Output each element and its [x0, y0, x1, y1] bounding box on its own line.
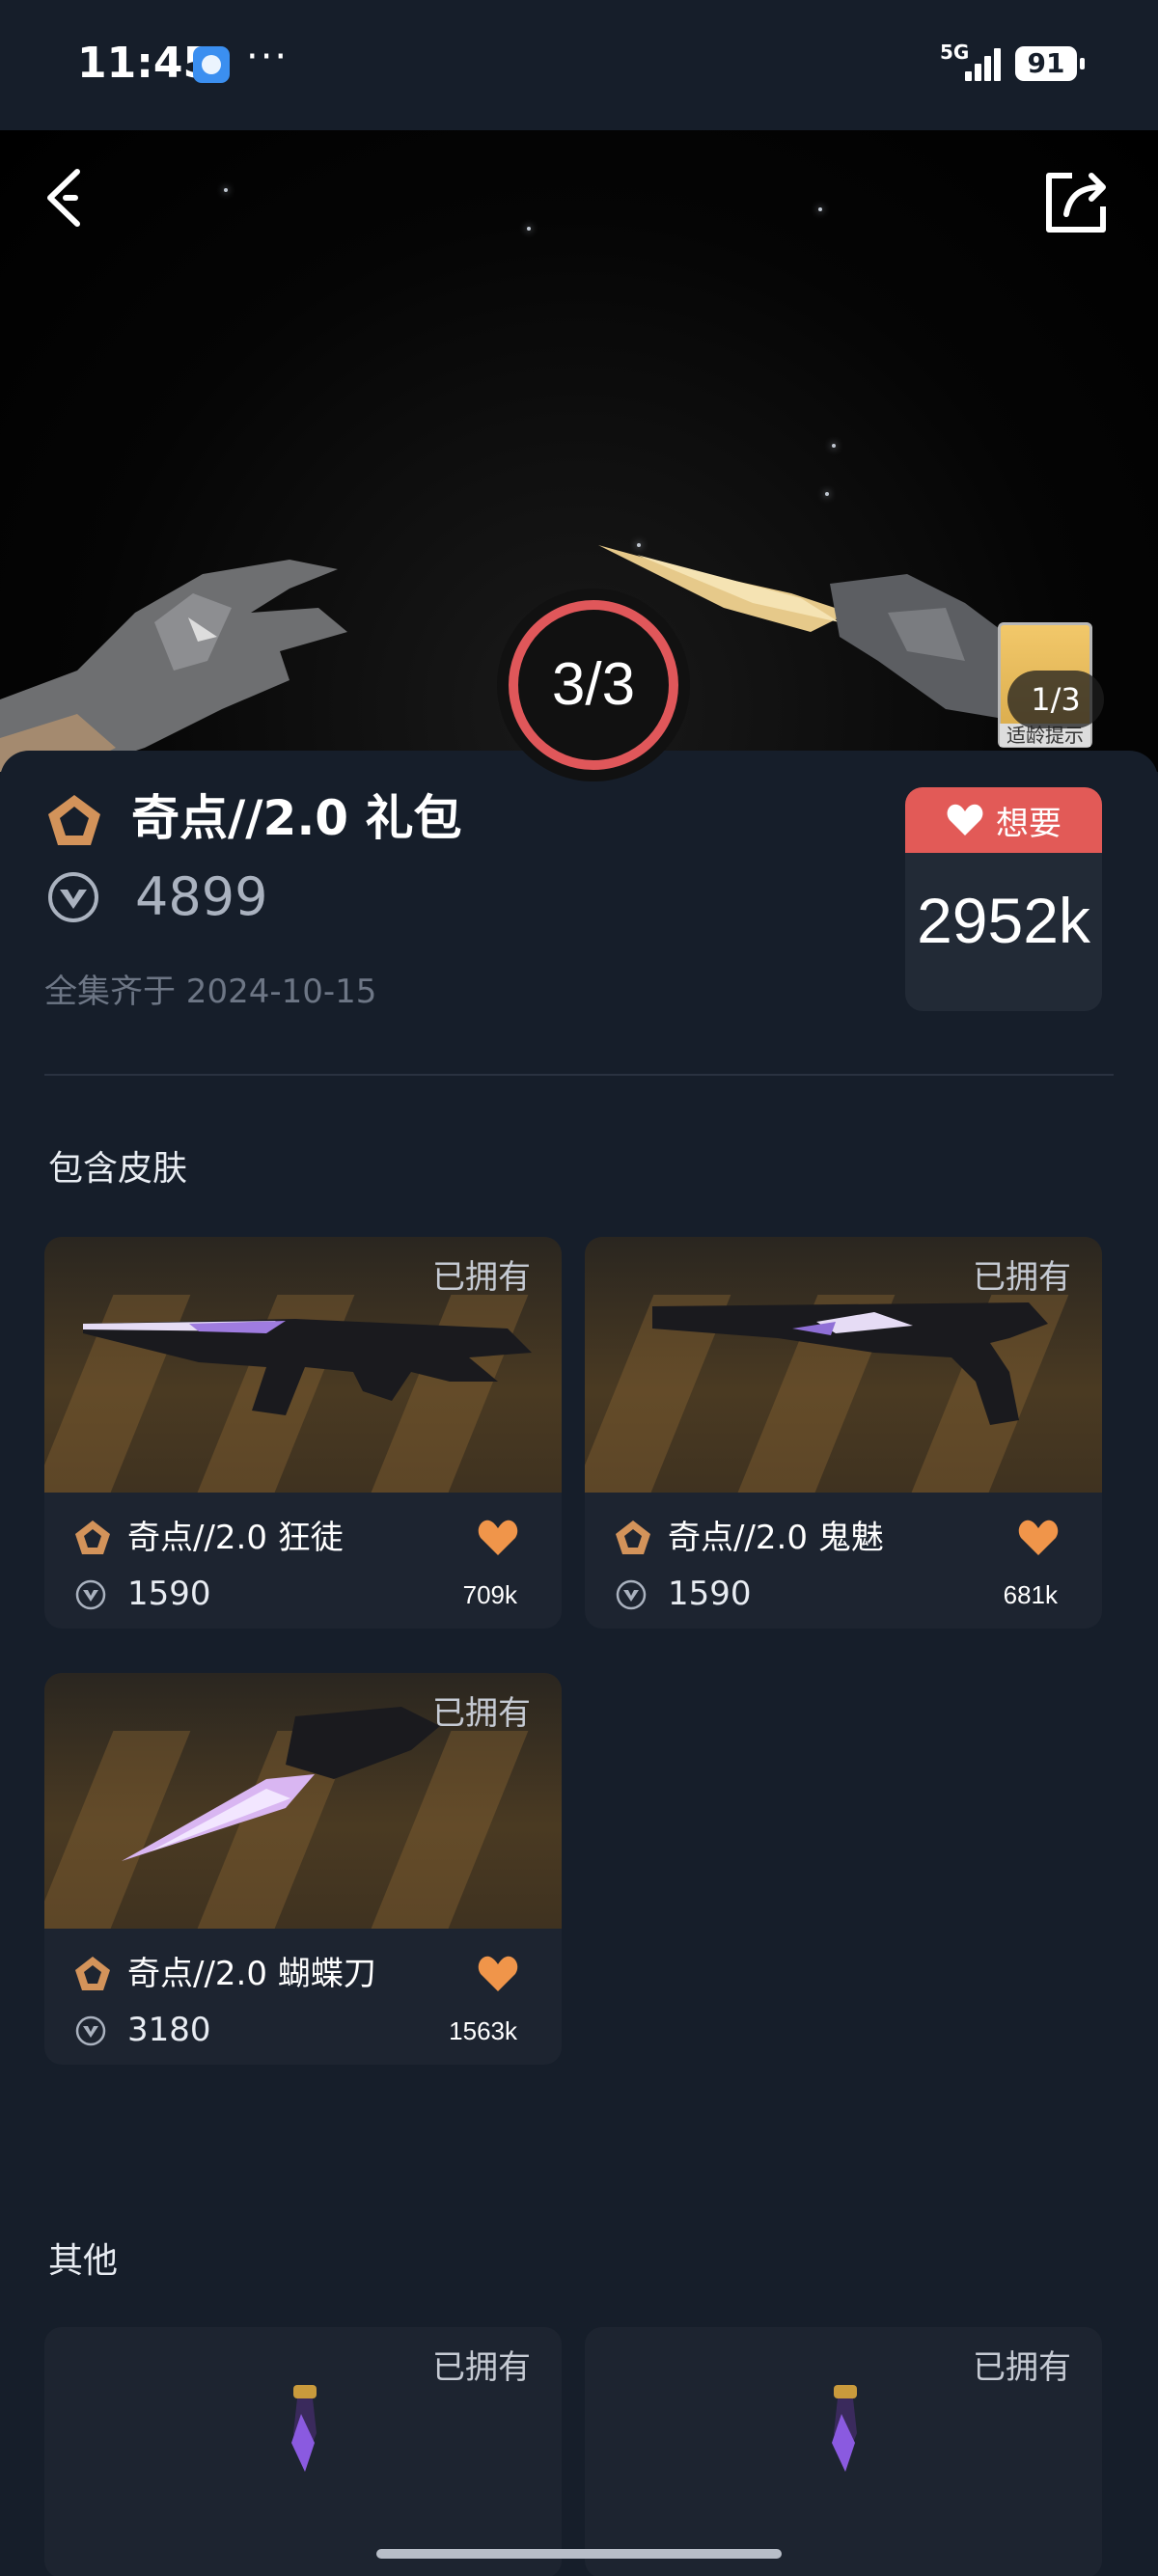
item-image: 已拥有	[585, 2327, 1102, 2576]
wishlist-count: 2952k	[917, 885, 1090, 956]
item-image: 已拥有	[44, 2327, 562, 2576]
media-counter: 1/3	[1007, 671, 1104, 728]
skin-name: 奇点//2.0 蝴蝶刀	[127, 1955, 376, 1993]
back-button[interactable]	[37, 164, 104, 232]
skin-price: 1590	[127, 1575, 211, 1613]
wishlist-label: 想要	[996, 804, 1062, 843]
skin-price: 3180	[127, 2011, 211, 2049]
skin-image: 已拥有	[44, 1673, 562, 1929]
skins-section-title: 包含皮肤	[48, 1149, 188, 1189]
other-item-card[interactable]: 已拥有	[585, 2327, 1102, 2576]
bundle-title: 奇点//2.0 礼包	[131, 790, 462, 846]
owned-label: 已拥有	[973, 2348, 1071, 2387]
browser-app-icon	[193, 46, 230, 83]
valorant-points-icon	[75, 1579, 106, 1610]
like-count: 1563k	[449, 2016, 517, 2045]
bundle-price: 4899	[135, 866, 268, 927]
heart-icon[interactable]	[1017, 1519, 1060, 1557]
heart-icon	[947, 804, 983, 836]
skin-name: 奇点//2.0 狂徒	[127, 1519, 344, 1557]
owned-label: 已拥有	[973, 1258, 1071, 1297]
premium-tier-icon	[75, 1957, 110, 1990]
skin-image: 已拥有	[585, 1237, 1102, 1493]
valorant-points-icon	[75, 2015, 106, 2046]
skin-name: 奇点//2.0 鬼魅	[668, 1519, 884, 1557]
owned-label: 已拥有	[432, 2348, 531, 2387]
valorant-points-icon	[616, 1579, 647, 1610]
more-notifications-icon: ···	[246, 35, 290, 79]
heart-icon[interactable]	[477, 1519, 519, 1557]
home-indicator[interactable]	[376, 2549, 782, 2559]
skin-price: 1590	[668, 1575, 752, 1613]
wishlist-header: 想要	[905, 787, 1102, 853]
signal-icon	[965, 46, 1004, 81]
owned-label: 已拥有	[432, 1258, 531, 1297]
slide-ring-label: 3/3	[551, 651, 636, 718]
status-bar: 11:45 ··· 5G 91	[0, 0, 1158, 130]
skin-card[interactable]: 已拥有 奇点//2.0 蝴蝶刀 3180 1563k	[44, 1673, 562, 2065]
others-section-title: 其他	[48, 2241, 119, 2281]
valorant-points-icon	[48, 872, 98, 922]
bundle-panel: 奇点//2.0 礼包 4899 全集齐于 2024-10-15 想要 2952k…	[0, 751, 1158, 2576]
premium-tier-icon	[616, 1521, 650, 1554]
wishlist-button[interactable]: 想要 2952k	[905, 787, 1102, 1011]
other-item-card[interactable]: 已拥有	[44, 2327, 562, 2576]
battery-icon: 91	[1015, 46, 1085, 81]
completion-date: 全集齐于 2024-10-15	[44, 973, 377, 1011]
premium-tier-icon	[75, 1521, 110, 1554]
divider	[44, 1074, 1114, 1076]
skin-card[interactable]: 已拥有 奇点//2.0 狂徒 1590 709k	[44, 1237, 562, 1629]
like-count: 681k	[1003, 1580, 1058, 1609]
premium-tier-icon	[48, 795, 100, 845]
glove-hand-image	[0, 560, 347, 772]
slide-indicator[interactable]: 3/3	[497, 589, 690, 781]
owned-label: 已拥有	[432, 1694, 531, 1733]
skin-image: 已拥有	[44, 1237, 562, 1493]
skin-card[interactable]: 已拥有 奇点//2.0 鬼魅 1590 681k	[585, 1237, 1102, 1629]
like-count: 709k	[462, 1580, 517, 1609]
heart-icon[interactable]	[477, 1955, 519, 1993]
share-button[interactable]	[1037, 164, 1115, 241]
